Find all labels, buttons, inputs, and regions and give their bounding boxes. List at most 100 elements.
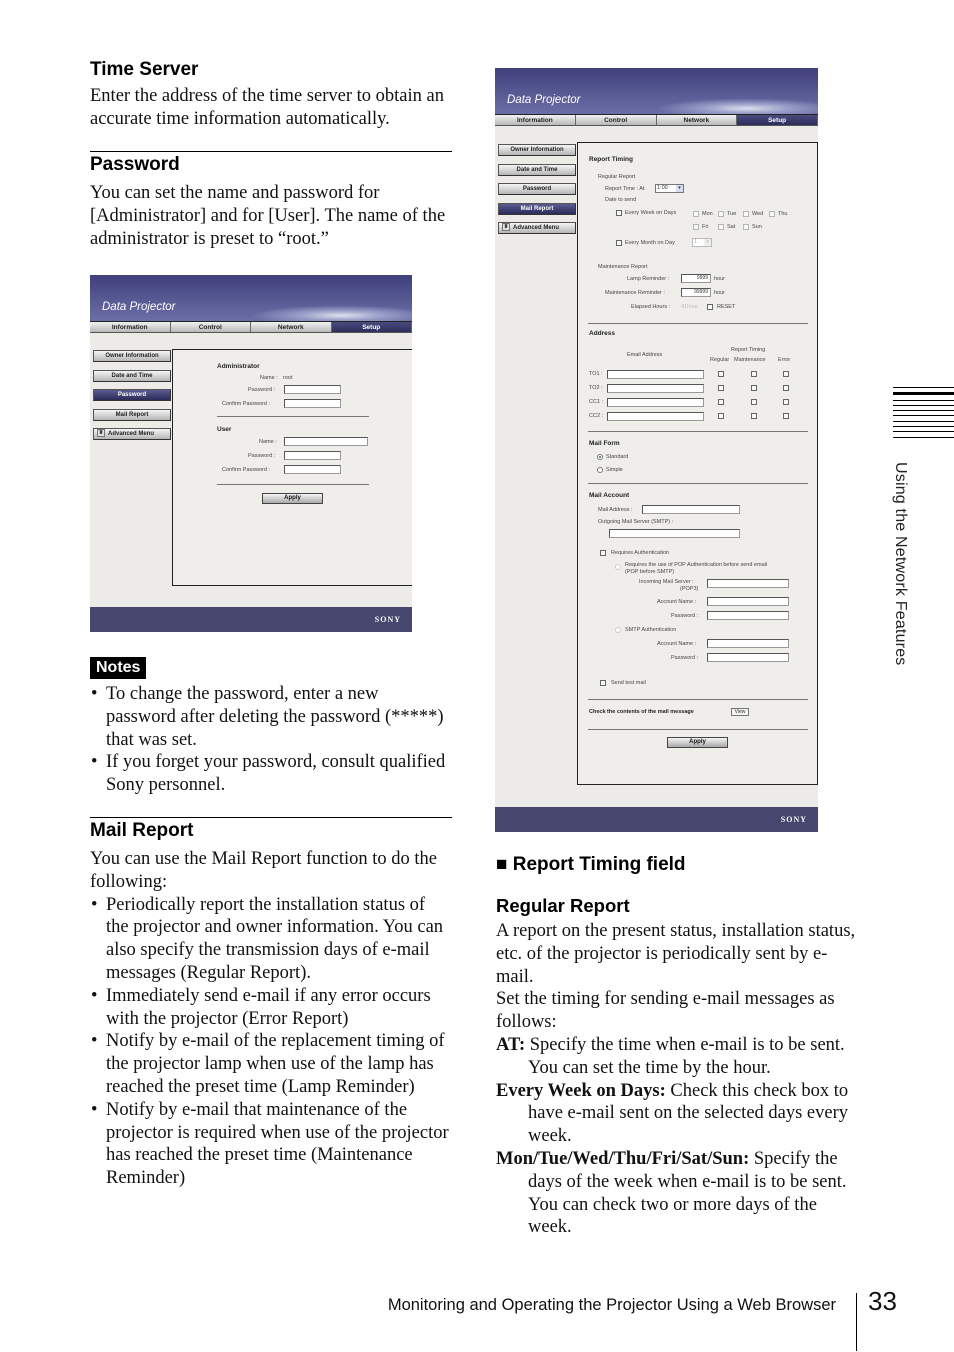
reset-checkbox[interactable] <box>707 304 713 310</box>
password-panel: Administrator Name : root Password : Con… <box>172 349 412 586</box>
user-confirm-input[interactable] <box>284 465 341 474</box>
tab-setup[interactable]: Setup <box>331 322 412 332</box>
pop-before-smtp-label: Requires the use of POP Authentication b… <box>625 562 768 568</box>
divider <box>588 431 808 432</box>
notes-section: Notes To change the password, enter a ne… <box>90 657 452 797</box>
report-time-value: 1:00 <box>657 185 668 191</box>
mail-form-simple-label: Simple <box>606 467 623 473</box>
tab-information[interactable]: Information <box>90 322 171 332</box>
address-regular-checkbox[interactable] <box>718 371 724 377</box>
every-month-checkbox[interactable] <box>616 240 622 246</box>
report-time-select[interactable]: 1:00 ▾ <box>655 184 684 193</box>
day-checkbox-wed[interactable] <box>743 211 749 217</box>
address-error-checkbox[interactable] <box>783 385 789 391</box>
apply-button[interactable]: Apply <box>262 493 323 504</box>
menu-date-and-time[interactable]: Date and Time <box>93 369 171 382</box>
send-test-mail-checkbox[interactable] <box>600 680 606 686</box>
day-checkbox-sat[interactable] <box>718 224 724 230</box>
address-email-input[interactable] <box>607 398 704 407</box>
divider <box>588 729 808 730</box>
smtp-auth-radio[interactable] <box>615 627 621 633</box>
menu-mail-report[interactable]: Mail Report <box>498 202 576 215</box>
pop-before-smtp-radio[interactable] <box>615 564 621 570</box>
incoming-server-label: Incoming Mail Server : <box>639 579 694 585</box>
address-email-input[interactable] <box>607 412 704 421</box>
email-address-col-label: Email Address <box>627 352 663 358</box>
address-maintenance-checkbox[interactable] <box>751 399 757 405</box>
report-time-label: Report Time : At <box>605 186 645 192</box>
menu-password[interactable]: Password <box>498 183 576 195</box>
maintenance-reminder-input[interactable]: 99999 <box>681 288 711 297</box>
square-bullet-icon: ■ <box>496 854 513 875</box>
address-error-checkbox[interactable] <box>783 371 789 377</box>
address-email-input[interactable] <box>607 384 704 393</box>
day-checkbox-thu[interactable] <box>769 211 775 217</box>
tab-setup[interactable]: Setup <box>737 115 818 125</box>
address-maintenance-checkbox[interactable] <box>751 413 757 419</box>
address-row-label: TO1 : <box>589 371 603 377</box>
menu-advanced[interactable]: ⇟ Advanced Menu <box>498 222 576 234</box>
mail-form-standard-radio[interactable] <box>597 454 603 460</box>
pop-password-input[interactable] <box>707 611 789 620</box>
menu-advanced[interactable]: ⇟ Advanced Menu <box>93 428 171 440</box>
smtp-account-name-input[interactable] <box>707 639 789 648</box>
tab-control[interactable]: Control <box>170 322 251 332</box>
menu-date-and-time[interactable]: Date and Time <box>498 163 576 176</box>
pop-account-name-input[interactable] <box>707 597 789 606</box>
mail-address-input[interactable] <box>642 505 740 514</box>
address-maintenance-checkbox[interactable] <box>751 371 757 377</box>
sony-logo: SONY <box>374 615 401 624</box>
address-regular-checkbox[interactable] <box>718 385 724 391</box>
day-checkbox-sun[interactable] <box>743 224 749 230</box>
regular-report-para1: A report on the present status, installa… <box>496 921 856 987</box>
day-label-tue: Tue <box>727 211 737 217</box>
address-row-label: CC1 : <box>589 399 604 405</box>
menu-owner-information[interactable]: Owner Information <box>498 144 576 156</box>
view-button[interactable]: View <box>731 708 749 716</box>
day-checkbox-tue[interactable] <box>718 211 724 217</box>
mail-form-simple-radio[interactable] <box>597 467 603 473</box>
address-error-checkbox[interactable] <box>783 413 789 419</box>
admin-password-input[interactable] <box>284 385 341 394</box>
pop-before-smtp-sub: (POP before SMTP) <box>625 569 675 575</box>
address-maintenance-checkbox[interactable] <box>751 385 757 391</box>
smtp-input[interactable] <box>609 529 740 538</box>
chevron-down-icon: ▾ <box>676 185 683 192</box>
address-regular-checkbox[interactable] <box>718 413 724 419</box>
user-password-input[interactable] <box>284 451 341 460</box>
address-regular-checkbox[interactable] <box>718 399 724 405</box>
address-email-input[interactable] <box>607 370 704 379</box>
regular-col-label: Regular <box>710 357 730 363</box>
tab-control[interactable]: Control <box>575 115 657 125</box>
regular-report-heading: Regular Report <box>496 895 630 916</box>
day-label-thu: Thu <box>778 211 788 217</box>
maintenance-report-label: Maintenance Report <box>598 264 648 270</box>
user-name-input[interactable] <box>284 437 368 446</box>
tab-network[interactable]: Network <box>656 115 738 125</box>
menu-mail-report[interactable]: Mail Report <box>93 408 171 421</box>
address-error-checkbox[interactable] <box>783 399 789 405</box>
note-item: If you forget your password, consult qua… <box>90 751 452 797</box>
admin-name-label: Name : <box>260 375 278 381</box>
incoming-server-input[interactable] <box>707 579 789 588</box>
day-checkbox-fri[interactable] <box>693 224 699 230</box>
menu-password[interactable]: Password <box>93 389 171 401</box>
every-week-checkbox[interactable] <box>616 210 622 216</box>
menu-owner-information[interactable]: Owner Information <box>93 350 171 362</box>
every-month-select[interactable]: 1 ▾ <box>692 238 712 247</box>
password-settings-screenshot: Data Projector Information Control Netwo… <box>90 275 412 632</box>
admin-confirm-input[interactable] <box>284 399 341 408</box>
smtp-password-label: Password : <box>671 655 699 661</box>
mail-report-item: Notify by e-mail that maintenance of the… <box>90 1099 452 1190</box>
definition-item: Every Week on Days: Check this check box… <box>496 1080 858 1148</box>
side-menu: Owner Information Date and Time Password… <box>93 350 171 448</box>
lamp-reminder-input[interactable]: 9999 <box>681 274 711 283</box>
apply-button[interactable]: Apply <box>667 737 728 748</box>
day-checkbox-mon[interactable] <box>693 211 699 217</box>
requires-auth-checkbox[interactable] <box>600 550 606 556</box>
tab-information[interactable]: Information <box>495 115 576 125</box>
smtp-password-input[interactable] <box>707 653 789 662</box>
tab-network[interactable]: Network <box>251 322 332 332</box>
requires-auth-label: Requires Authentication <box>611 550 670 556</box>
divider <box>217 484 369 485</box>
